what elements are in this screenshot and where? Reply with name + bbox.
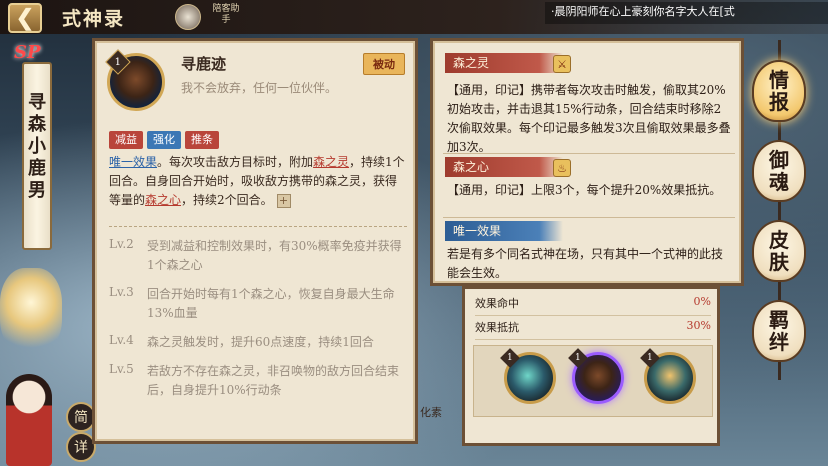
tag-debuff: 减益 bbox=[109, 131, 143, 149]
skill-name: 寻鹿迹 bbox=[181, 55, 227, 73]
section-title-forest-spirit: 森之灵 bbox=[445, 53, 563, 73]
skill-type-badge: 被动 bbox=[363, 53, 405, 75]
mascot-doll bbox=[6, 374, 52, 466]
shikigami-portrait-glow bbox=[0, 268, 62, 354]
stat-label: 效果命中 bbox=[475, 297, 519, 310]
detail-view-label: 详 bbox=[74, 440, 88, 456]
level-label: Lv.5 bbox=[109, 362, 134, 376]
skill-icon-strip: 1 1 1 bbox=[473, 345, 713, 417]
menu-label: 羁绊 bbox=[769, 308, 789, 354]
divider bbox=[109, 226, 407, 227]
menu-label: 皮肤 bbox=[769, 228, 789, 274]
tag-push-bar: 推条 bbox=[185, 131, 219, 149]
sword-icon: ⚔ bbox=[553, 55, 571, 73]
skill-detail-panel: 1 寻鹿迹 我不会放弃，任何一位伙伴。 被动 减益 强化 推条 唯一效果。每次攻… bbox=[92, 38, 418, 444]
level-row: Lv.3 回合开始时每有1个森之心，恢复自身最大生命13%血量 bbox=[109, 285, 407, 323]
helper-label[interactable]: 陪客助手 bbox=[212, 4, 240, 26]
stat-label: 效果抵抗 bbox=[475, 321, 519, 334]
skill-icon-level: 1 bbox=[500, 348, 520, 368]
tag-buff: 强化 bbox=[147, 131, 181, 149]
back-arrow-icon: ❮ bbox=[15, 5, 35, 31]
desc-text-3: ，持续2个回合。 bbox=[181, 193, 273, 207]
skill-description: 唯一效果。每次攻击敌方目标时，附加森之灵，持续1个回合。自身回合开始时，吸收敌方… bbox=[109, 153, 407, 210]
section-title-forest-heart: 森之心 bbox=[445, 157, 563, 177]
section-title-unique-effect: 唯一效果 bbox=[445, 221, 563, 241]
level-text: 受到减益和控制效果时，有30%概率免疫并获得1个森之心 bbox=[147, 239, 402, 272]
stat-value: 30% bbox=[686, 319, 711, 332]
level-upgrade-list: Lv.2 受到减益和控制效果时，有30%概率免疫并获得1个森之心 Lv.3 回合开始… bbox=[109, 237, 407, 410]
flame-icon: ♨ bbox=[553, 159, 571, 177]
skill-icon-1[interactable]: 1 bbox=[500, 348, 556, 404]
section-divider bbox=[443, 153, 735, 154]
helper-avatar-icon[interactable] bbox=[175, 4, 201, 30]
skill-icon-level: 1 bbox=[640, 348, 660, 368]
level-label: Lv.4 bbox=[109, 333, 134, 347]
menu-label: 情报 bbox=[769, 68, 789, 114]
top-bar: ❮ 式神录 陪客助手 ·晨阴阳师在心上豪刻你名字大人在[式 bbox=[0, 0, 828, 34]
skill-tags: 减益 强化 推条 bbox=[109, 131, 219, 149]
level-row: Lv.4 森之灵触发时，提升60点速度，持续1回合 bbox=[109, 333, 407, 352]
rarity-badge: SP bbox=[14, 42, 41, 63]
menu-item-skin[interactable]: 皮肤 bbox=[752, 220, 806, 282]
level-row: Lv.2 受到减益和控制效果时，有30%概率免疫并获得1个森之心 bbox=[109, 237, 407, 275]
shikigami-name: 寻森小鹿男 bbox=[28, 92, 46, 201]
skill-quote: 我不会放弃，任何一位伙伴。 bbox=[181, 81, 338, 95]
section-divider bbox=[443, 217, 735, 218]
level-label: Lv.3 bbox=[109, 285, 134, 299]
skill-icon-level-text: 1 bbox=[507, 352, 513, 363]
back-button[interactable]: ❮ bbox=[8, 3, 42, 33]
level-text: 回合开始时每有1个森之心，恢复自身最大生命13%血量 bbox=[147, 287, 395, 320]
level-text: 若敌方不存在森之灵，非召唤物的敌方回合结束后，自身提升10%行动条 bbox=[147, 364, 400, 397]
menu-item-bond[interactable]: 羁绊 bbox=[752, 300, 806, 362]
level-label: Lv.2 bbox=[109, 237, 134, 251]
skill-icon-level-text: 1 bbox=[647, 352, 653, 363]
section-text-forest-heart: 【通用，印记】上限3个，每个提升20%效果抵抗。 bbox=[447, 183, 722, 197]
skill-icon-level-text: 1 bbox=[575, 352, 581, 363]
section-text-forest-spirit: 【通用，印记】携带者每次攻击时触发，偷取其20%初始攻击，并击退其15%行动条，… bbox=[447, 83, 731, 154]
level-row: Lv.5 若敌方不存在森之灵，非召唤物的敌方回合结束后，自身提升10%行动条 bbox=[109, 362, 407, 400]
desc-text-1: 。每次攻击敌方目标时，附加 bbox=[157, 155, 314, 169]
stats-panel: 效果命中 0% 效果抵抗 30% 1 1 1 bbox=[462, 286, 720, 446]
skill-icon-3[interactable]: 1 bbox=[640, 348, 696, 404]
skill-icon-2-selected[interactable]: 1 bbox=[568, 348, 624, 404]
menu-label: 御魂 bbox=[769, 148, 789, 194]
stat-value: 0% bbox=[693, 295, 711, 308]
simple-view-label: 简 bbox=[74, 410, 88, 426]
keyword-unique-effect[interactable]: 唯一效果 bbox=[109, 155, 157, 169]
stat-row-resist: 效果抵抗 30% bbox=[475, 319, 711, 340]
level-text: 森之灵触发时，提升60点速度，持续1回合 bbox=[147, 335, 374, 349]
skill-icon-level: 1 bbox=[568, 348, 588, 368]
expand-plus-icon[interactable]: + bbox=[276, 193, 291, 208]
page-title: 式神录 bbox=[62, 8, 126, 30]
menu-item-info[interactable]: 情报 bbox=[752, 60, 806, 122]
shikigami-name-scroll: 寻森小鹿男 bbox=[22, 62, 52, 250]
keyword-forest-heart[interactable]: 森之心 bbox=[145, 193, 181, 207]
announcement-marquee: ·晨阴阳师在心上豪刻你名字大人在[式 bbox=[545, 2, 828, 24]
stat-row-hit: 效果命中 0% bbox=[475, 295, 711, 316]
keyword-forest-spirit[interactable]: 森之灵 bbox=[313, 155, 349, 169]
keyword-tooltip-panel: 森之灵 ⚔ 【通用，印记】携带者每次攻击时触发，偷取其20%初始攻击，并击退其1… bbox=[430, 38, 744, 286]
section-text-unique-effect: 若是有多个同名式神在场，只有其中一个式神的此技能会生效。 bbox=[447, 247, 724, 280]
skill-level: 1 bbox=[114, 56, 122, 68]
bottom-tab-peek[interactable]: 化素 bbox=[420, 404, 446, 444]
menu-item-soul[interactable]: 御魂 bbox=[752, 140, 806, 202]
